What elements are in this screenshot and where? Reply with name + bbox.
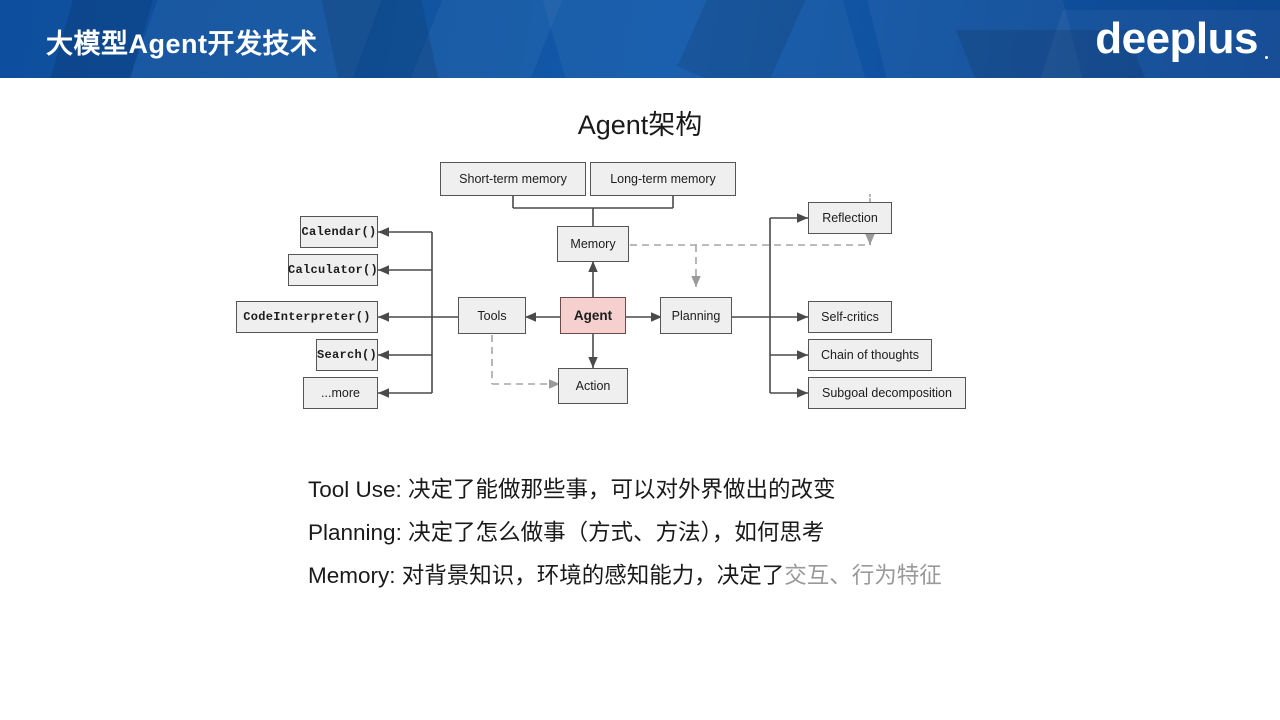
node-more[interactable]: ...more [303,377,378,409]
page-title: Agent架构 [577,110,703,140]
logo-dot [1265,56,1268,59]
deeplus-logo: deeplus [1095,14,1258,63]
bullet-planning: Planning: 决定了怎么做事（方式、方法），如何思考 [308,511,1208,554]
bullet-tool-use-label: Tool Use: [308,477,402,502]
node-code-interpreter[interactable]: CodeInterpreter() [236,301,378,333]
bullet-memory: Memory: 对背景知识，环境的感知能力，决定了交互、行为特征 [308,554,1208,597]
node-action[interactable]: Action [558,368,628,404]
bullet-memory-label: Memory: [308,563,396,588]
node-search[interactable]: Search() [316,339,378,371]
node-subgoal-decomposition[interactable]: Subgoal decomposition [808,377,966,409]
node-self-critics[interactable]: Self-critics [808,301,892,333]
slide-root: 大模型Agent开发技术 deeplus Agent架构 Short-term … [0,0,1280,720]
bullet-memory-text: 对背景知识，环境的感知能力，决定了 [395,563,785,588]
node-calculator[interactable]: Calculator() [288,254,378,286]
node-reflection[interactable]: Reflection [808,202,892,234]
bullet-planning-text: 决定了怎么做事（方式、方法），如何思考 [401,520,825,545]
node-long-term-memory[interactable]: Long-term memory [590,162,736,196]
bullet-tool-use-text: 决定了能做那些事，可以对外界做出的改变 [401,477,836,502]
bullet-tool-use: Tool Use: 决定了能做那些事，可以对外界做出的改变 [308,468,1208,511]
node-memory[interactable]: Memory [557,226,629,262]
bullet-memory-faded: 交互、行为特征 [784,563,942,588]
node-planning[interactable]: Planning [660,297,732,334]
agent-architecture-diagram: Short-term memory Long-term memory Memor… [230,150,970,415]
node-calendar[interactable]: Calendar() [300,216,378,248]
node-short-term-memory[interactable]: Short-term memory [440,162,586,196]
bullet-list: Tool Use: 决定了能做那些事，可以对外界做出的改变 Planning: … [308,468,1208,597]
node-agent[interactable]: Agent [560,297,626,334]
node-tools[interactable]: Tools [458,297,526,334]
node-chain-of-thoughts[interactable]: Chain of thoughts [808,339,932,371]
bullet-planning-label: Planning: [308,520,402,545]
header-title: 大模型Agent开发技术 [46,29,318,59]
slide-header: 大模型Agent开发技术 deeplus [0,0,1280,78]
